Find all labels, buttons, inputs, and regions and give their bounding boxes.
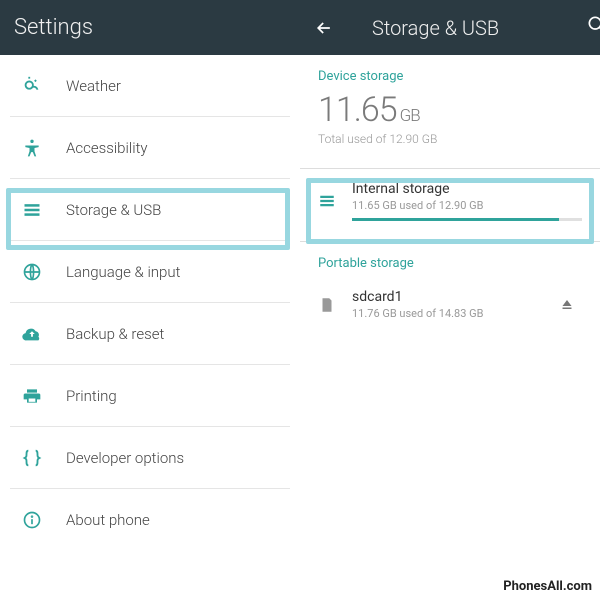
globe-icon	[20, 260, 44, 284]
item-label: Storage & USB	[44, 201, 161, 219]
settings-item-language[interactable]: Language & input	[0, 241, 300, 303]
info-icon	[20, 508, 44, 532]
portable-storage-label: Portable storage	[300, 242, 600, 277]
sdcard-sub: 11.76 GB used of 14.83 GB	[352, 307, 552, 320]
item-label: Weather	[44, 77, 121, 95]
total-value: 11.65	[318, 90, 397, 130]
settings-item-weather[interactable]: Weather	[0, 55, 300, 117]
printer-icon	[20, 384, 44, 408]
watermark: PhonesAll.com	[503, 579, 592, 594]
internal-storage-row[interactable]: Internal storage 11.65 GB used of 12.90 …	[300, 169, 600, 231]
sdcard-title: sdcard1	[352, 289, 552, 305]
item-label: Developer options	[44, 449, 184, 467]
settings-title: Settings	[14, 15, 93, 40]
settings-item-about[interactable]: About phone	[0, 489, 300, 551]
settings-item-backup[interactable]: Backup & reset	[0, 303, 300, 365]
item-label: Language & input	[44, 263, 180, 281]
storage-header: Storage & USB	[300, 0, 600, 55]
search-icon[interactable]	[586, 14, 600, 34]
storage-pane: Storage & USB Device storage 11.65GB Tot…	[300, 0, 600, 600]
settings-item-developer[interactable]: Developer options	[0, 427, 300, 489]
settings-item-accessibility[interactable]: Accessibility	[0, 117, 300, 179]
settings-header: Settings	[0, 0, 300, 55]
storage-title: Storage & USB	[372, 16, 499, 40]
settings-item-printing[interactable]: Printing	[0, 365, 300, 427]
accessibility-icon	[20, 136, 44, 160]
item-label: Accessibility	[44, 139, 148, 157]
item-label: About phone	[44, 511, 150, 529]
internal-title: Internal storage	[352, 181, 582, 197]
settings-list: Weather Accessibility Storage & USB Lang…	[0, 55, 300, 551]
storage-icon	[20, 198, 44, 222]
total-sub: Total used of 12.90 GB	[300, 130, 600, 160]
weather-icon	[20, 74, 44, 98]
settings-item-storage-usb[interactable]: Storage & USB	[0, 179, 300, 241]
back-icon[interactable]	[314, 18, 334, 38]
braces-icon	[20, 446, 44, 470]
eject-icon[interactable]	[552, 294, 582, 316]
device-storage-label: Device storage	[300, 55, 600, 90]
total-unit: GB	[400, 106, 420, 126]
item-label: Printing	[44, 387, 117, 405]
settings-pane: Settings Weather Accessibility Storage &…	[0, 0, 300, 600]
sdcard-icon	[318, 296, 346, 314]
internal-sub: 11.65 GB used of 12.90 GB	[352, 199, 582, 212]
item-label: Backup & reset	[44, 325, 164, 343]
cloud-upload-icon	[20, 322, 44, 346]
internal-progress	[352, 218, 582, 221]
storage-icon	[318, 192, 346, 210]
total-used: 11.65GB	[300, 90, 600, 130]
sdcard-row[interactable]: sdcard1 11.76 GB used of 14.83 GB	[300, 277, 600, 330]
